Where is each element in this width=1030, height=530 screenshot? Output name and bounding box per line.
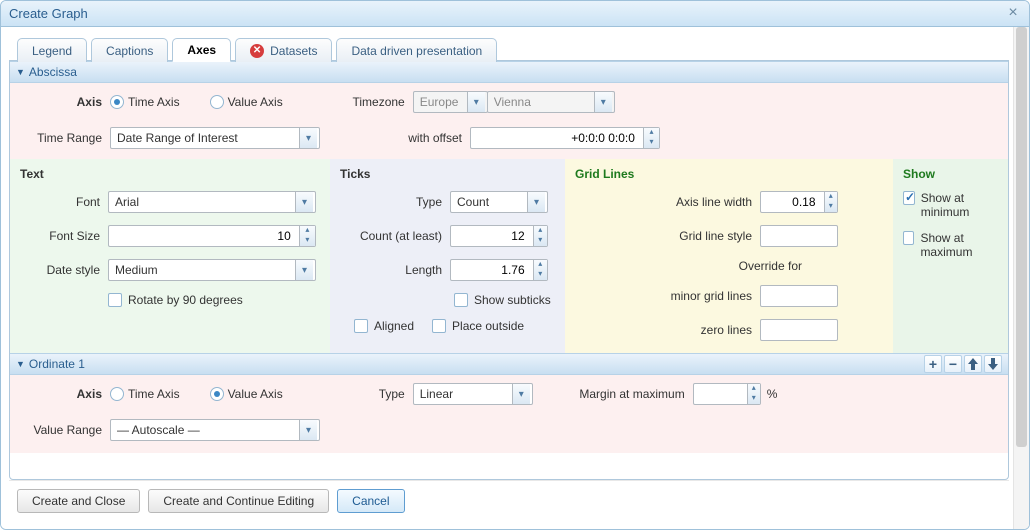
show-subticks-checkbox[interactable]	[454, 293, 468, 307]
time-range-label: Time Range	[20, 131, 110, 145]
tick-type-select[interactable]: Count ▾	[450, 191, 548, 213]
offset-input[interactable]: ▴▾	[470, 127, 660, 149]
time-range-select[interactable]: Date Range of Interest ▾	[110, 127, 320, 149]
spinner-icon[interactable]: ▴▾	[643, 128, 659, 148]
spinner-icon[interactable]: ▴▾	[747, 384, 760, 404]
spinner-icon[interactable]: ▴▾	[533, 260, 547, 280]
place-outside-checkbox[interactable]	[432, 319, 446, 333]
ordinate-header[interactable]: ▼ Ordinate 1 + −	[10, 353, 1008, 375]
spinner-icon[interactable]: ▴▾	[824, 192, 838, 212]
value-range-select[interactable]: — Autoscale — ▾	[110, 419, 320, 441]
chevron-down-icon: ▾	[512, 384, 530, 404]
ord-type-select[interactable]: Linear ▾	[413, 383, 533, 405]
close-icon[interactable]: ×	[1005, 6, 1021, 22]
show-at-maximum-checkbox[interactable]	[903, 231, 914, 245]
tick-count-input[interactable]: ▴▾	[450, 225, 548, 247]
chevron-down-icon: ▾	[295, 260, 313, 280]
radio-value-axis[interactable]	[210, 95, 224, 109]
tab-axes[interactable]: Axes	[172, 38, 231, 62]
abscissa-header[interactable]: ▼ Abscissa	[10, 61, 1008, 83]
grid-line-style-input[interactable]	[760, 225, 838, 247]
font-select[interactable]: Arial ▾	[108, 191, 316, 213]
tab-captions[interactable]: Captions	[91, 38, 168, 62]
dialog-footer: Create and Close Create and Continue Edi…	[9, 480, 1009, 521]
value-range-label: Value Range	[20, 423, 110, 437]
axis-label: Axis	[20, 95, 110, 109]
arrow-down-icon	[988, 358, 998, 370]
timezone-city-select[interactable]: Vienna ▾	[487, 91, 615, 113]
add-button[interactable]: +	[924, 355, 942, 373]
ord-axis-label: Axis	[20, 387, 110, 401]
ord-radio-value-axis[interactable]	[210, 387, 224, 401]
font-size-input[interactable]: ▴▾	[108, 225, 316, 247]
window-title: Create Graph	[9, 6, 1005, 21]
ord-radio-time-axis[interactable]	[110, 387, 124, 401]
chevron-down-icon: ▾	[467, 92, 485, 112]
move-down-button[interactable]	[984, 355, 1002, 373]
rotate-checkbox[interactable]	[108, 293, 122, 307]
minor-grid-lines-input[interactable]	[760, 285, 838, 307]
aligned-checkbox[interactable]	[354, 319, 368, 333]
remove-button[interactable]: −	[944, 355, 962, 373]
chevron-down-icon: ▾	[299, 420, 317, 440]
titlebar[interactable]: Create Graph ×	[1, 1, 1029, 27]
cancel-button[interactable]: Cancel	[337, 489, 404, 513]
create-and-continue-button[interactable]: Create and Continue Editing	[148, 489, 329, 513]
chevron-down-icon: ▾	[295, 192, 313, 212]
ticks-panel: Ticks Type Count ▾ Count (at least)	[330, 159, 565, 353]
tab-datasets[interactable]: ✕ Datasets	[235, 38, 332, 62]
create-and-close-button[interactable]: Create and Close	[17, 489, 140, 513]
arrow-up-icon	[968, 358, 978, 370]
date-style-select[interactable]: Medium ▾	[108, 259, 316, 281]
chevron-down-icon: ▾	[594, 92, 612, 112]
move-up-button[interactable]	[964, 355, 982, 373]
caret-down-icon: ▼	[16, 67, 25, 77]
axes-tab-strip: Legend Captions Axes ✕ Datasets Data dri…	[9, 35, 1009, 61]
vertical-scrollbar[interactable]	[1013, 27, 1029, 529]
with-offset-label: with offset	[320, 131, 470, 145]
grid-lines-panel: Grid Lines Axis line width ▴▾ Grid line …	[565, 159, 893, 353]
spinner-icon[interactable]: ▴▾	[299, 226, 315, 246]
tab-legend[interactable]: Legend	[17, 38, 87, 62]
radio-time-axis[interactable]	[110, 95, 124, 109]
tick-length-input[interactable]: ▴▾	[450, 259, 548, 281]
show-at-minimum-checkbox[interactable]	[903, 191, 915, 205]
chevron-down-icon: ▾	[527, 192, 545, 212]
chevron-down-icon: ▾	[299, 128, 317, 148]
text-panel: Text Font Arial ▾ Font Size	[10, 159, 330, 353]
timezone-label: Timezone	[343, 95, 413, 109]
ordinate-title: Ordinate 1	[29, 357, 85, 371]
abscissa-title: Abscissa	[29, 65, 77, 79]
show-panel: Show Show at minimum Show at maximum	[893, 159, 1008, 353]
error-icon: ✕	[250, 44, 264, 58]
create-graph-dialog: Create Graph × Legend Captions Axes ✕ Da…	[0, 0, 1030, 530]
margin-max-input[interactable]: ▴▾	[693, 383, 761, 405]
caret-down-icon: ▼	[16, 359, 25, 369]
scrollbar-thumb[interactable]	[1016, 27, 1027, 447]
zero-lines-input[interactable]	[760, 319, 838, 341]
timezone-region-select[interactable]: Europe ▾	[413, 91, 488, 113]
axis-line-width-input[interactable]: ▴▾	[760, 191, 838, 213]
tab-data-driven-presentation[interactable]: Data driven presentation	[336, 38, 497, 62]
spinner-icon[interactable]: ▴▾	[533, 226, 547, 246]
